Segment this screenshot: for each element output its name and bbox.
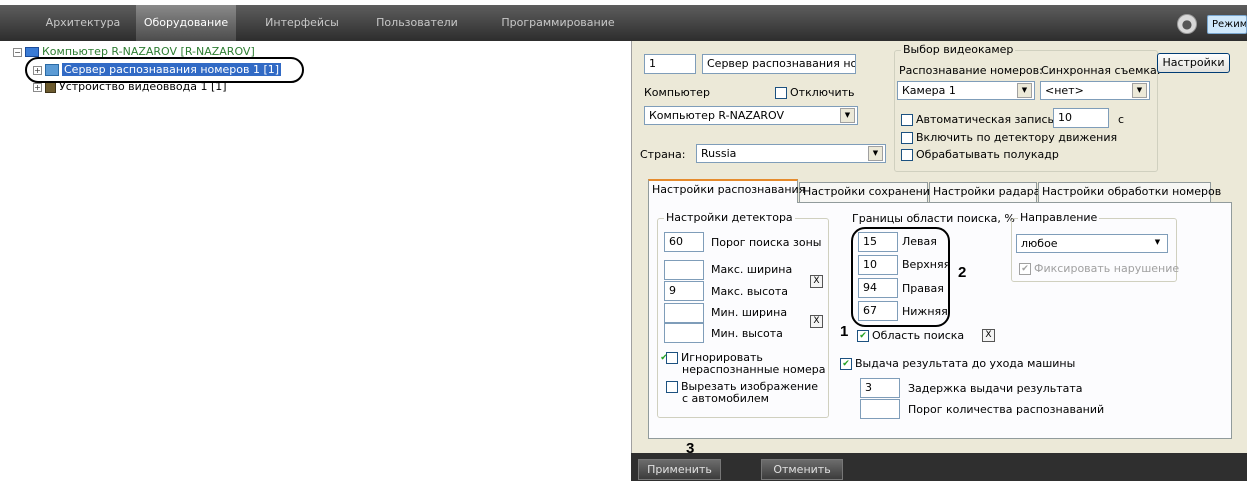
sync-select-value: <нет> (1045, 84, 1084, 97)
checkbox-icon[interactable]: ✔ (1019, 263, 1031, 275)
delay-field[interactable]: 3 (860, 378, 900, 398)
count-threshold-label: Порог количества распознаваний (908, 403, 1105, 416)
cut-image-label: Вырезать изображение с автомобилем (681, 380, 818, 405)
country-select[interactable]: Russia ▼ (696, 144, 886, 163)
checkbox-icon[interactable]: ✔ (857, 330, 869, 342)
fix-violation-checkbox[interactable]: ✔ Фиксировать нарушение (1019, 262, 1179, 276)
checkbox-icon[interactable] (901, 132, 913, 144)
group-title: Выбор видеокамер (901, 43, 1016, 56)
before-leave-checkbox[interactable]: ✔ Выдача результата до ухода машины (840, 357, 1075, 371)
callout-2: 2 (958, 264, 967, 281)
checkbox-icon[interactable]: ✔ (840, 358, 852, 370)
tab-number-processing[interactable]: Настройки обработки номеров (1038, 182, 1221, 202)
motion-checkbox[interactable]: Включить по детектору движения (901, 131, 1117, 145)
checkbox-icon[interactable] (901, 149, 913, 161)
direction-select-value: любое (1021, 237, 1058, 250)
max-height-field[interactable]: 9 (664, 281, 704, 301)
highlight-oval (851, 227, 950, 327)
clear-min-button[interactable]: X (810, 315, 823, 328)
id-field[interactable]: 1 (644, 54, 696, 74)
tab-equipment[interactable]: Оборудование (136, 5, 236, 41)
help-icon[interactable]: ● (1177, 14, 1197, 34)
motion-label: Включить по детектору движения (916, 131, 1118, 144)
min-height-field[interactable] (664, 323, 704, 343)
cut-image-checkbox[interactable]: Вырезать изображение с автомобилем (666, 381, 826, 405)
threshold-field[interactable]: 60 (664, 232, 704, 252)
computer-select[interactable]: Компьютер R-NAZAROV ▼ (644, 106, 858, 125)
delay-label: Задержка выдачи результата (908, 382, 1083, 395)
threshold-label: Порог поиска зоны (711, 236, 822, 249)
min-width-label: Мин. ширина (711, 306, 788, 319)
checkbox-icon[interactable]: ✔ (660, 352, 678, 364)
apply-button[interactable]: Применить (638, 459, 721, 480)
checkbox-icon[interactable] (901, 114, 913, 126)
collapse-icon[interactable]: − (13, 47, 22, 57)
max-height-label: Макс. высота (711, 285, 789, 298)
tab-recognition-settings[interactable]: Настройки распознавания (648, 179, 805, 203)
checkbox-icon[interactable] (666, 381, 678, 393)
computer-label: Компьютер (644, 86, 710, 99)
before-leave-label: Выдача результата до ухода машины (855, 357, 1076, 370)
top-navigation-bar: Архитектура Оборудование Интерфейсы Поль… (0, 5, 1247, 41)
highlight-oval (25, 57, 304, 83)
auto-record-checkbox[interactable]: Автоматическая запись (901, 113, 1054, 127)
bounds-title: Границы области поиска, % (850, 212, 1017, 226)
chevron-down-icon[interactable]: ▼ (1132, 83, 1147, 98)
ignore-checkbox[interactable]: ✔ Игнорировать нераспознанные номера (660, 351, 826, 376)
clear-area-button[interactable]: X (982, 329, 995, 342)
seconds-label: с (1118, 113, 1125, 126)
disable-checkbox[interactable]: Отключить (775, 86, 855, 100)
callout-1: 1 (840, 323, 849, 340)
auto-record-label: Автоматическая запись (916, 113, 1055, 126)
direction-select[interactable]: любое ▼ (1016, 234, 1168, 253)
halfframe-label: Обрабатывать полукадр (916, 148, 1059, 161)
country-select-value: Russia (701, 147, 737, 160)
callout-3: 3 (686, 440, 695, 457)
settings-button[interactable]: Настройки (1157, 53, 1230, 73)
action-bar: Применить Отменить (631, 453, 1247, 481)
chevron-down-icon[interactable]: ▼ (868, 146, 883, 161)
sync-label: Синхронная съемка: (1041, 64, 1161, 77)
recognition-label: Распознавание номеров: (899, 64, 1043, 77)
fix-violation-label: Фиксировать нарушение (1034, 262, 1180, 275)
checkbox-icon[interactable] (775, 87, 787, 99)
search-area-label: Область поиска (872, 329, 965, 342)
max-width-label: Макс. ширина (711, 263, 793, 276)
tab-radar-settings[interactable]: Настройки радара (929, 182, 1040, 202)
ignore-label: Игнорировать нераспознанные номера (681, 351, 826, 376)
tab-interfaces[interactable]: Интерфейсы (252, 5, 352, 41)
tab-save-settings[interactable]: Настройки сохранения (799, 182, 937, 202)
chevron-down-icon[interactable]: ▼ (1150, 236, 1165, 251)
count-threshold-field[interactable] (860, 399, 900, 419)
min-height-label: Мин. высота (711, 327, 783, 340)
computer-select-value: Компьютер R-NAZAROV (649, 109, 785, 122)
tab-programming[interactable]: Программирование (498, 5, 618, 41)
tab-users[interactable]: Пользователи (367, 5, 467, 41)
country-label: Страна: (640, 148, 686, 161)
clear-max-button[interactable]: X (810, 275, 823, 288)
search-area-checkbox[interactable]: ✔ Область поиска (857, 329, 964, 343)
cancel-button[interactable]: Отменить (761, 459, 843, 480)
computer-icon (25, 47, 39, 57)
auto-record-field[interactable]: 10 (1053, 108, 1109, 128)
mode-button[interactable]: Режим (1207, 15, 1247, 34)
name-field[interactable]: Сервер распознавания ном (702, 54, 856, 74)
group-title: Настройки детектора (664, 211, 795, 224)
chevron-down-icon[interactable]: ▼ (1017, 83, 1032, 98)
chevron-down-icon[interactable]: ▼ (840, 108, 855, 123)
camera-select[interactable]: Камера 1 ▼ (897, 81, 1035, 100)
camera-select-value: Камера 1 (902, 84, 956, 97)
tab-architecture[interactable]: Архитектура (34, 5, 132, 41)
group-title: Направление (1018, 211, 1100, 224)
max-width-field[interactable] (664, 260, 704, 280)
min-width-field[interactable] (664, 303, 704, 323)
sync-select[interactable]: <нет> ▼ (1040, 81, 1150, 100)
halfframe-checkbox[interactable]: Обрабатывать полукадр (901, 148, 1059, 162)
expand-icon[interactable]: + (33, 82, 42, 92)
disable-label: Отключить (790, 86, 855, 99)
